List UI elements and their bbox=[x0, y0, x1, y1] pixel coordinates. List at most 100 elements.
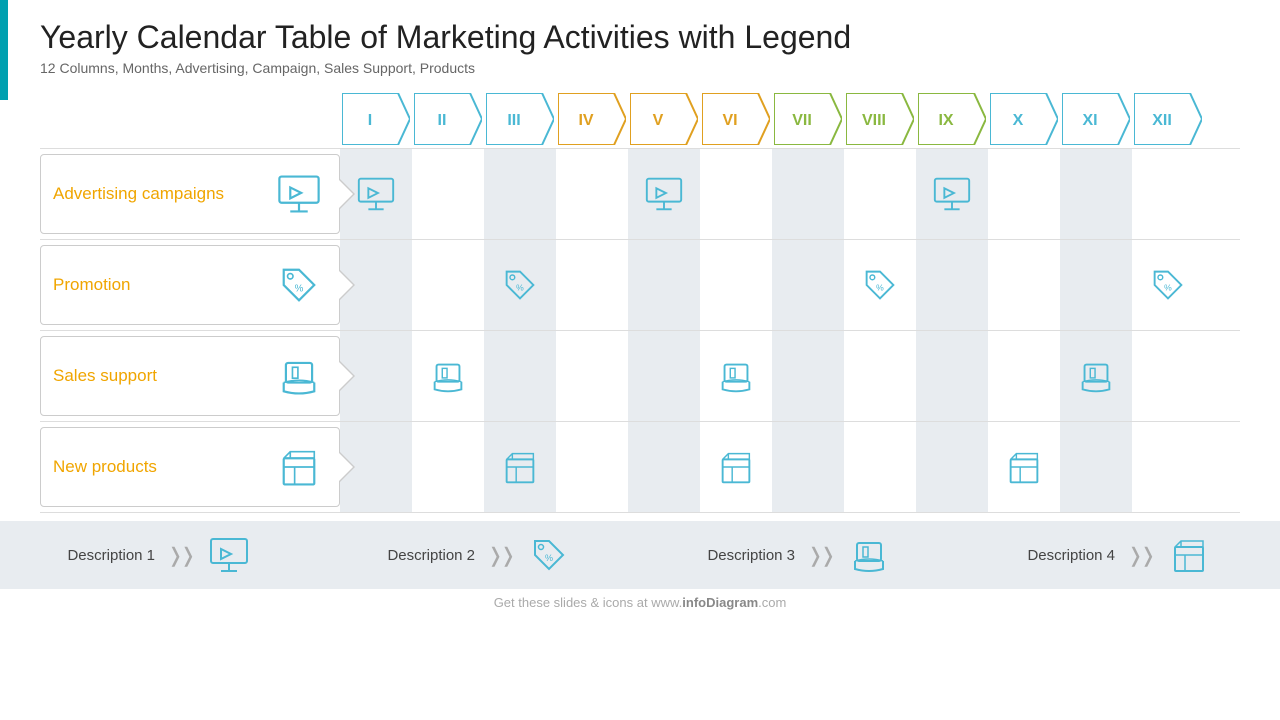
cal-cell-sales-12 bbox=[1132, 331, 1204, 421]
cal-cell-promotion-7 bbox=[772, 240, 844, 330]
cal-cell-newproducts-2 bbox=[412, 422, 484, 512]
legend-item-2: Description 2❭❭ % bbox=[387, 531, 572, 579]
cal-cell-sales-8 bbox=[844, 331, 916, 421]
legend-item-1: Description 1 ❭❭ bbox=[67, 531, 252, 579]
months-row: IIIIIIIVVVIVIIVIIIIXXXIXII bbox=[340, 92, 1240, 146]
month-header-XI: XI bbox=[1060, 92, 1132, 146]
svg-text:XI: XI bbox=[1082, 112, 1097, 129]
month-header-I: I bbox=[340, 92, 412, 146]
cal-cell-newproducts-9 bbox=[916, 422, 988, 512]
cal-cell-newproducts-5 bbox=[628, 422, 700, 512]
svg-text:III: III bbox=[507, 112, 520, 129]
month-header-II: II bbox=[412, 92, 484, 146]
cal-cell-promotion-4 bbox=[556, 240, 628, 330]
svg-text:X: X bbox=[1013, 112, 1024, 129]
cal-cell-promotion-12: % bbox=[1132, 240, 1204, 330]
cal-cell-newproducts-7 bbox=[772, 422, 844, 512]
cal-cell-newproducts-3 bbox=[484, 422, 556, 512]
cal-cell-sales-5 bbox=[628, 331, 700, 421]
activity-row-sales: Sales support bbox=[40, 330, 1240, 421]
cal-cell-sales-6 bbox=[700, 331, 772, 421]
cal-cell-newproducts-10 bbox=[988, 422, 1060, 512]
cal-cell-newproducts-6 bbox=[700, 422, 772, 512]
legend-item-4: Description 4 ❭❭ bbox=[1027, 531, 1212, 579]
cal-cell-newproducts-4 bbox=[556, 422, 628, 512]
cal-cell-sales-11 bbox=[1060, 331, 1132, 421]
activity-label-newproducts: New products bbox=[40, 427, 340, 507]
cal-cell-promotion-6 bbox=[700, 240, 772, 330]
cal-cell-advertising-5 bbox=[628, 149, 700, 239]
cal-cell-sales-2 bbox=[412, 331, 484, 421]
activity-label-text-newproducts: New products bbox=[53, 457, 271, 477]
svg-text:%: % bbox=[295, 284, 304, 295]
main-content: IIIIIIIVVVIVIIVIIIIXXXIXII Advertising c… bbox=[0, 92, 1280, 513]
activity-label-sales: Sales support bbox=[40, 336, 340, 416]
page-subtitle: 12 Columns, Months, Advertising, Campaig… bbox=[40, 60, 1240, 76]
legend-arrow-4: ❭❭ bbox=[1127, 543, 1153, 568]
month-header-VII: VII bbox=[772, 92, 844, 146]
activity-label-advertising: Advertising campaigns bbox=[40, 154, 340, 234]
svg-text:IV: IV bbox=[578, 112, 593, 129]
activity-label-text-sales: Sales support bbox=[53, 366, 271, 386]
cal-cell-sales-4 bbox=[556, 331, 628, 421]
legend-arrow-1: ❭❭ bbox=[167, 543, 193, 568]
cal-cell-advertising-7 bbox=[772, 149, 844, 239]
month-header-III: III bbox=[484, 92, 556, 146]
svg-text:%: % bbox=[545, 553, 553, 563]
cal-cell-promotion-8: % bbox=[844, 240, 916, 330]
cal-cell-advertising-2 bbox=[412, 149, 484, 239]
legend-text-3: Description 3 bbox=[707, 547, 795, 564]
cal-cell-promotion-3: % bbox=[484, 240, 556, 330]
activity-row-promotion: Promotion % % % % bbox=[40, 239, 1240, 330]
cal-cell-newproducts-11 bbox=[1060, 422, 1132, 512]
legend-icon-1 bbox=[205, 531, 253, 579]
legend-icon-2: % bbox=[525, 531, 573, 579]
activity-label-text-promotion: Promotion bbox=[53, 275, 271, 295]
legend-item-3: Description 3❭❭ bbox=[707, 531, 892, 579]
cal-cell-advertising-9 bbox=[916, 149, 988, 239]
svg-text:%: % bbox=[1164, 283, 1172, 293]
calendar-cells-newproducts bbox=[340, 422, 1240, 512]
cal-cell-promotion-11 bbox=[1060, 240, 1132, 330]
footer: Get these slides & icons at www.infoDiag… bbox=[0, 595, 1280, 610]
cal-cell-newproducts-8 bbox=[844, 422, 916, 512]
cal-cell-newproducts-12 bbox=[1132, 422, 1204, 512]
svg-text:VI: VI bbox=[722, 112, 737, 129]
cal-cell-advertising-6 bbox=[700, 149, 772, 239]
legend-bar: Description 1 ❭❭ Description 2❭❭ % Descri… bbox=[0, 521, 1280, 589]
cal-cell-advertising-8 bbox=[844, 149, 916, 239]
cal-cell-advertising-11 bbox=[1060, 149, 1132, 239]
cal-cell-advertising-4 bbox=[556, 149, 628, 239]
month-header-IV: IV bbox=[556, 92, 628, 146]
month-header-VI: VI bbox=[700, 92, 772, 146]
activity-label-icon-sales bbox=[271, 348, 327, 404]
cal-cell-sales-7 bbox=[772, 331, 844, 421]
page-title: Yearly Calendar Table of Marketing Activ… bbox=[40, 18, 1240, 56]
legend-icon-3 bbox=[845, 531, 893, 579]
svg-text:%: % bbox=[876, 283, 884, 293]
month-header-VIII: VIII bbox=[844, 92, 916, 146]
calendar-cells-sales bbox=[340, 331, 1240, 421]
svg-text:VII: VII bbox=[792, 112, 812, 129]
cal-cell-sales-9 bbox=[916, 331, 988, 421]
legend-text-1: Description 1 bbox=[67, 547, 155, 564]
cal-cell-promotion-5 bbox=[628, 240, 700, 330]
activity-label-icon-advertising bbox=[271, 166, 327, 222]
left-accent bbox=[0, 0, 8, 100]
cal-cell-advertising-3 bbox=[484, 149, 556, 239]
cal-cell-advertising-12 bbox=[1132, 149, 1204, 239]
cal-cell-promotion-2 bbox=[412, 240, 484, 330]
legend-text-4: Description 4 bbox=[1027, 547, 1115, 564]
month-header-V: V bbox=[628, 92, 700, 146]
activity-label-icon-newproducts bbox=[271, 439, 327, 495]
svg-text:VIII: VIII bbox=[862, 112, 886, 129]
activity-row-advertising: Advertising campaigns bbox=[40, 148, 1240, 239]
svg-text:II: II bbox=[438, 112, 447, 129]
legend-arrow-2: ❭❭ bbox=[487, 543, 513, 568]
activity-rows: Advertising campaigns Promotion % % % % … bbox=[40, 148, 1240, 513]
svg-text:%: % bbox=[516, 283, 524, 293]
cal-cell-sales-10 bbox=[988, 331, 1060, 421]
calendar-cells-advertising bbox=[340, 149, 1240, 239]
cal-cell-promotion-9 bbox=[916, 240, 988, 330]
activity-label-promotion: Promotion % bbox=[40, 245, 340, 325]
